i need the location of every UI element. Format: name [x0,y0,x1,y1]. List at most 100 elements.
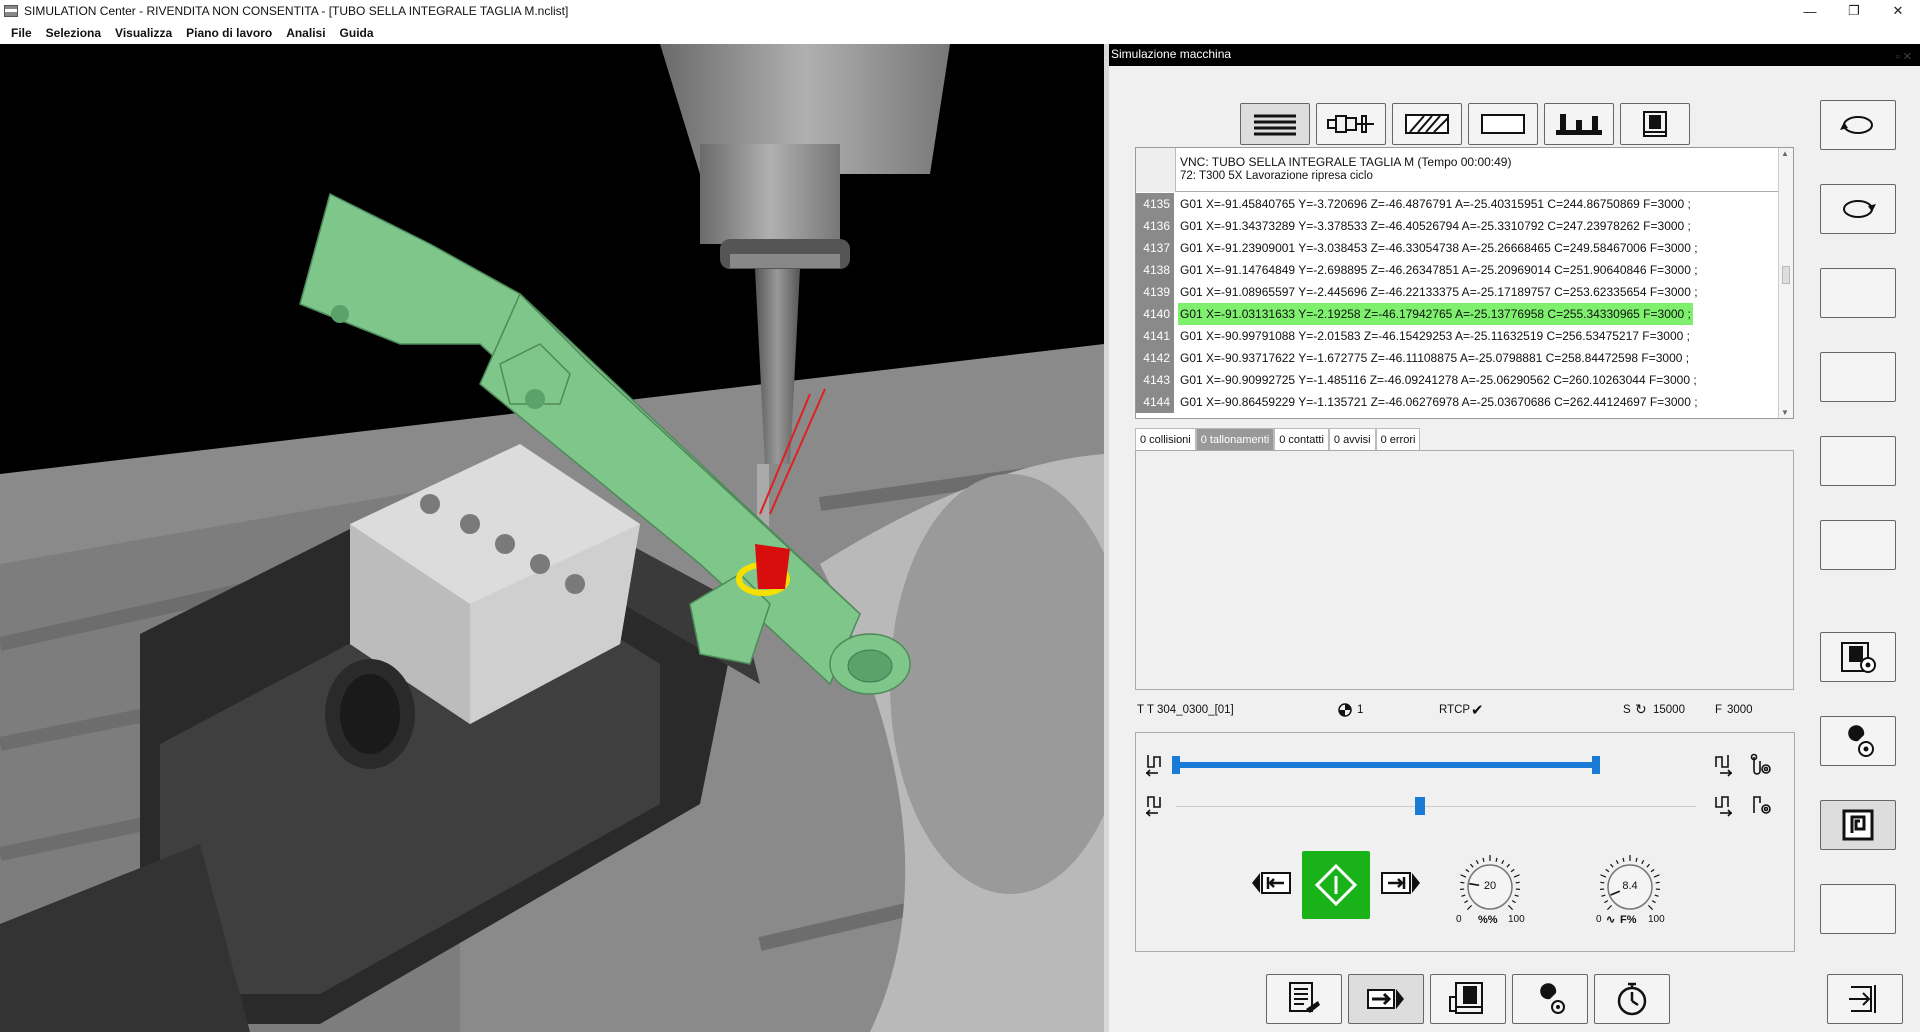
code-text: G01 X=-91.03131633 Y=-2.19258 Z=-46.1794… [1178,303,1693,325]
line-number: 4142 [1136,347,1174,369]
simulation-controls: 20 0 %% 100 8.4 0 ∿ F% 100 [1135,732,1795,952]
step-back-icon[interactable] [1144,793,1166,820]
menu-piano-di-lavoro[interactable]: Piano di lavoro [186,26,272,40]
code-scrollbar[interactable]: ▲ ▼ [1778,148,1793,418]
tab-errori[interactable]: 0 errori [1375,428,1421,450]
app-icon [4,5,18,17]
knob-tick [1470,863,1474,868]
3d-viewport[interactable] [0,44,1104,1032]
knob-tick [1501,859,1505,865]
knob-tick [1475,859,1479,865]
machine-icon[interactable] [1620,103,1690,145]
empty-button-1[interactable] [1820,268,1896,318]
feed-value: 3000 [1727,704,1753,716]
knob-tick [1460,881,1465,884]
empty-button-3[interactable] [1820,436,1896,486]
stopwatch-icon[interactable] [1594,974,1670,1024]
progress-start-handle[interactable] [1172,756,1180,774]
step-forward-button[interactable] [1378,867,1422,899]
menu-file[interactable]: File [11,26,32,40]
empty-button-4[interactable] [1820,520,1896,570]
checkmark-icon: ✔ [1471,702,1484,719]
tab-tallonamenti[interactable]: 0 tallonamenti [1195,428,1275,450]
knob-tick [1650,868,1655,873]
tool-icon[interactable] [1316,103,1386,145]
tab-avvisi[interactable]: 0 avvisi [1328,428,1376,450]
menu-guida[interactable]: Guida [340,26,374,40]
tool-settings-icon[interactable] [1512,974,1588,1024]
run-button[interactable] [1302,851,1370,919]
feed-knob[interactable]: 8.4 0 ∿ F% 100 [1588,851,1672,935]
knob-tick [1606,904,1613,911]
rotate-ccw-icon[interactable] [1820,100,1896,150]
speed-track[interactable] [1176,797,1696,815]
code-line[interactable]: 4139 G01 X=-91.08965597 Y=-2.445696 Z=-46… [1136,281,1779,303]
blank-icon[interactable] [1468,103,1538,145]
toolpath-settings-icon[interactable] [1750,753,1772,780]
fixture-icon[interactable] [1544,103,1614,145]
wrench-gear-icon[interactable] [1820,716,1896,766]
progress-end-handle[interactable] [1592,756,1600,774]
code-line[interactable]: 4142 G01 X=-90.93717622 Y=-1.672775 Z=-46… [1136,347,1779,369]
title-bar: SIMULATION Center - RIVENDITA NON CONSEN… [0,0,1920,22]
code-text: G01 X=-91.08965597 Y=-2.445696 Z=-46.221… [1180,285,1698,299]
code-line[interactable]: 4138 G01 X=-91.14764849 Y=-2.698895 Z=-46… [1136,259,1779,281]
knob-tick [1605,868,1610,873]
knob-tick [1466,904,1473,911]
speed-thumb[interactable] [1415,797,1426,815]
code-line[interactable]: 4144 G01 X=-90.86459229 Y=-1.135721 Z=-46… [1136,391,1779,413]
machine-view-icon[interactable] [1430,974,1506,1024]
message-list[interactable] [1135,450,1794,690]
panel-title: Simulazione macchina [1111,47,1232,61]
code-line[interactable]: 4143 G01 X=-90.90992725 Y=-1.485116 Z=-46… [1136,369,1779,391]
knob-tick [1461,894,1466,897]
stock-icon[interactable] [1392,103,1462,145]
scroll-down-icon[interactable]: ▼ [1781,408,1789,417]
minimize-icon[interactable]: — [1788,0,1832,22]
scroll-up-icon[interactable]: ▲ [1781,149,1789,158]
code-text: G01 X=-90.86459229 Y=-1.135721 Z=-46.062… [1180,395,1698,409]
tab-collisioni[interactable]: 0 collisioni [1135,428,1196,450]
knob-tick [1646,863,1650,868]
report-icon[interactable] [1266,974,1342,1024]
code-text: G01 X=-90.99791088 Y=-2.01583 Z=-46.1542… [1180,329,1690,343]
code-line[interactable]: 4135 G01 X=-91.45840765 Y=-3.720696 Z=-46… [1136,193,1779,215]
progress-track[interactable] [1172,756,1600,774]
maximize-icon[interactable]: ❐ [1832,0,1876,22]
menu-visualizza[interactable]: Visualizza [115,26,172,40]
step-forward-icon[interactable] [1712,793,1734,820]
knob-tick [1507,904,1514,911]
speed-knob[interactable]: 20 0 %% 100 [1448,851,1532,935]
code-line[interactable]: 4141 G01 X=-90.99791088 Y=-2.01583 Z=-46.… [1136,325,1779,347]
knob1-label: %% [1478,914,1498,926]
code-line-current[interactable]: 4140 G01 X=-91.03131633 Y=-2.19258 Z=-46.… [1136,303,1779,325]
menu-analisi[interactable]: Analisi [286,26,325,40]
rotate-cw-icon[interactable] [1820,184,1896,234]
tab-contatti[interactable]: 0 contatti [1274,428,1329,450]
exit-icon[interactable] [1827,974,1903,1024]
close-icon[interactable]: ✕ [1876,0,1920,22]
knob2-max: 100 [1648,914,1665,925]
frame-icon[interactable] [1820,800,1896,850]
single-step-settings-icon[interactable] [1750,793,1772,820]
nc-code-listing[interactable]: VNC: TUBO SELLA INTEGRALE TAGLIA M (Temp… [1135,147,1794,419]
knob-tick [1460,874,1467,878]
window-title: SIMULATION Center - RIVENDITA NON CONSEN… [24,4,569,18]
code-line[interactable]: 4136 G01 X=-91.34373289 Y=-3.378533 Z=-46… [1136,215,1779,237]
code-line[interactable]: 4137 G01 X=-91.23909001 Y=-3.038453 Z=-46… [1136,237,1779,259]
line-number: 4144 [1136,391,1174,413]
panel-pin-close-icon[interactable]: ▫ ✕ [1896,47,1912,67]
empty-button-2[interactable] [1820,352,1896,402]
nc-code-icon[interactable] [1240,103,1310,145]
step-backward-button[interactable] [1250,867,1294,899]
play-to-icon[interactable] [1348,974,1424,1024]
forward-end-icon[interactable] [1712,753,1734,780]
rewind-start-icon[interactable] [1144,753,1166,780]
empty-button-5[interactable] [1820,884,1896,934]
spindle-value: 15000 [1653,704,1685,716]
scroll-thumb[interactable] [1782,266,1790,284]
machine-gear-icon[interactable] [1820,632,1896,682]
knob-tick [1610,863,1614,868]
menu-seleziona[interactable]: Seleziona [46,26,101,40]
knob-tick [1495,857,1498,862]
